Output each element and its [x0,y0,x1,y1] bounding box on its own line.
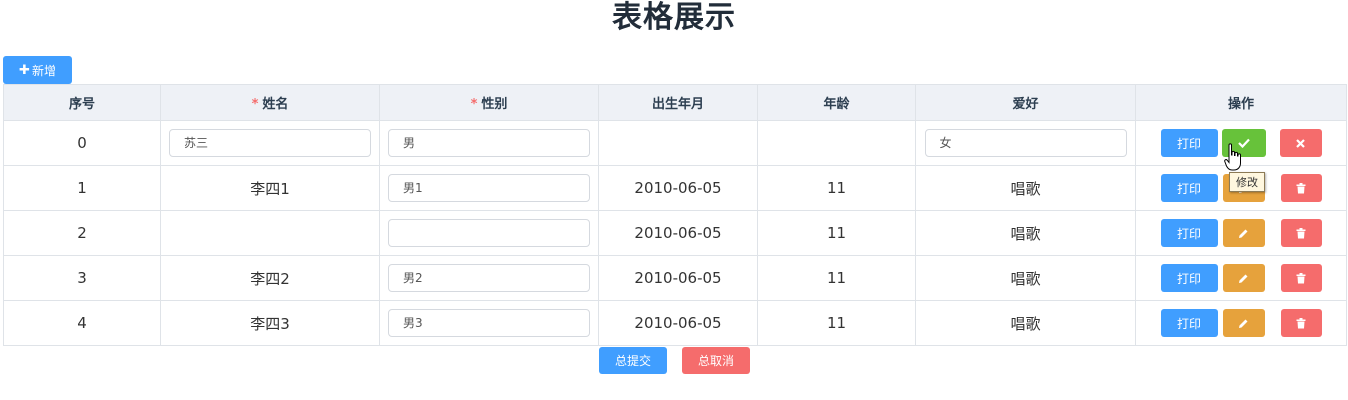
cell-age: 11 [757,165,916,211]
cell-hobby: 唱歌 [915,255,1136,301]
cell-name [160,210,380,256]
cell-hobby: 女 [915,120,1136,166]
trash-icon [1296,182,1306,193]
cell-hobby: 唱歌 [915,165,1136,211]
print-button[interactable]: 打印 [1160,129,1218,157]
gender-input[interactable]: 男 [388,129,590,157]
gender-input[interactable]: 男3 [388,309,590,337]
edit-button[interactable] [1222,309,1265,337]
cell-ops: 打印 [1135,255,1347,301]
cell-birth: 2010-06-05 [598,210,758,256]
col-header-birth: 出生年月 [598,84,758,121]
cell-gender: 男 [379,120,599,166]
cell-age: 11 [757,255,916,301]
cell-hobby: 唱歌 [915,300,1136,346]
edit-button[interactable] [1222,264,1265,292]
cell-gender: 男3 [379,300,599,346]
col-header-gender-label: 性别 [481,97,508,112]
cell-name: 李四3 [160,300,380,346]
cell-age: 11 [757,210,916,256]
gender-input[interactable] [388,219,590,247]
cell-index: 1 [3,165,161,211]
page-title: 表格展示 [612,0,736,35]
cell-name: 苏三 [160,120,380,166]
cell-age [757,120,916,166]
cell-gender: 男1 [379,165,599,211]
trash-icon [1296,227,1306,238]
print-button[interactable]: 打印 [1160,309,1218,337]
hand-cursor-icon [1224,143,1241,171]
col-header-name-label: 姓名 [262,97,289,112]
submit-all-button[interactable]: 总提交 [599,347,667,374]
cancel-all-button[interactable]: 总取消 [682,347,750,374]
cell-gender: 男2 [379,255,599,301]
cell-hobby: 唱歌 [915,210,1136,256]
print-button[interactable]: 打印 [1160,174,1218,202]
table-row: 4 李四3 男3 2010-06-05 11 唱歌 打印 [3,300,1347,346]
pencil-icon [1239,229,1248,238]
data-table: 序号 * 姓名 * 性别 出生年月 年龄 爱好 操作 0 苏三 男 女 打印 1… [3,84,1347,346]
col-header-ops: 操作 [1135,84,1347,121]
print-button[interactable]: 打印 [1160,219,1218,247]
delete-button[interactable] [1280,264,1322,292]
tooltip: 修改 [1229,172,1265,192]
add-button[interactable]: ✚ 新增 [3,56,72,84]
table-row: 3 李四2 男2 2010-06-05 11 唱歌 打印 [3,255,1347,301]
trash-icon [1296,272,1306,283]
add-button-label: 新增 [31,63,56,78]
required-mark: * [470,97,478,112]
cell-ops: 打印 [1135,210,1347,256]
delete-button[interactable] [1280,174,1322,202]
plus-icon: ✚ [19,62,30,78]
cancel-edit-button[interactable] [1279,129,1322,157]
print-button[interactable]: 打印 [1160,264,1218,292]
cell-name: 李四2 [160,255,380,301]
table-row: 1 李四1 男1 2010-06-05 11 唱歌 打印 [3,165,1347,211]
col-header-name: * 姓名 [160,84,380,121]
pencil-icon [1239,319,1248,328]
gender-input[interactable]: 男2 [388,264,590,292]
name-input[interactable]: 苏三 [169,129,371,157]
cell-ops: 打印 [1135,300,1347,346]
hobby-input[interactable]: 女 [924,129,1127,157]
col-header-age: 年龄 [757,84,916,121]
pencil-icon [1239,274,1248,283]
cell-birth [598,120,758,166]
required-mark: * [251,97,259,112]
close-icon [1296,138,1305,148]
cell-birth: 2010-06-05 [598,165,758,211]
cell-birth: 2010-06-05 [598,255,758,301]
delete-button[interactable] [1280,219,1322,247]
table-row: 2 2010-06-05 11 唱歌 打印 [3,210,1347,256]
cell-age: 11 [757,300,916,346]
edit-button[interactable] [1222,219,1265,247]
table-header-row: 序号 * 姓名 * 性别 出生年月 年龄 爱好 操作 [3,84,1347,121]
cell-index: 4 [3,300,161,346]
col-header-gender: * 性别 [379,84,599,121]
col-header-hobby: 爱好 [915,84,1136,121]
cell-index: 0 [3,120,161,166]
col-header-index: 序号 [3,84,161,121]
cell-index: 3 [3,255,161,301]
delete-button[interactable] [1280,309,1322,337]
gender-input[interactable]: 男1 [388,174,590,202]
cell-birth: 2010-06-05 [598,300,758,346]
cell-name: 李四1 [160,165,380,211]
table-row: 0 苏三 男 女 打印 [3,120,1347,166]
cell-gender [379,210,599,256]
cell-index: 2 [3,210,161,256]
trash-icon [1296,317,1306,328]
